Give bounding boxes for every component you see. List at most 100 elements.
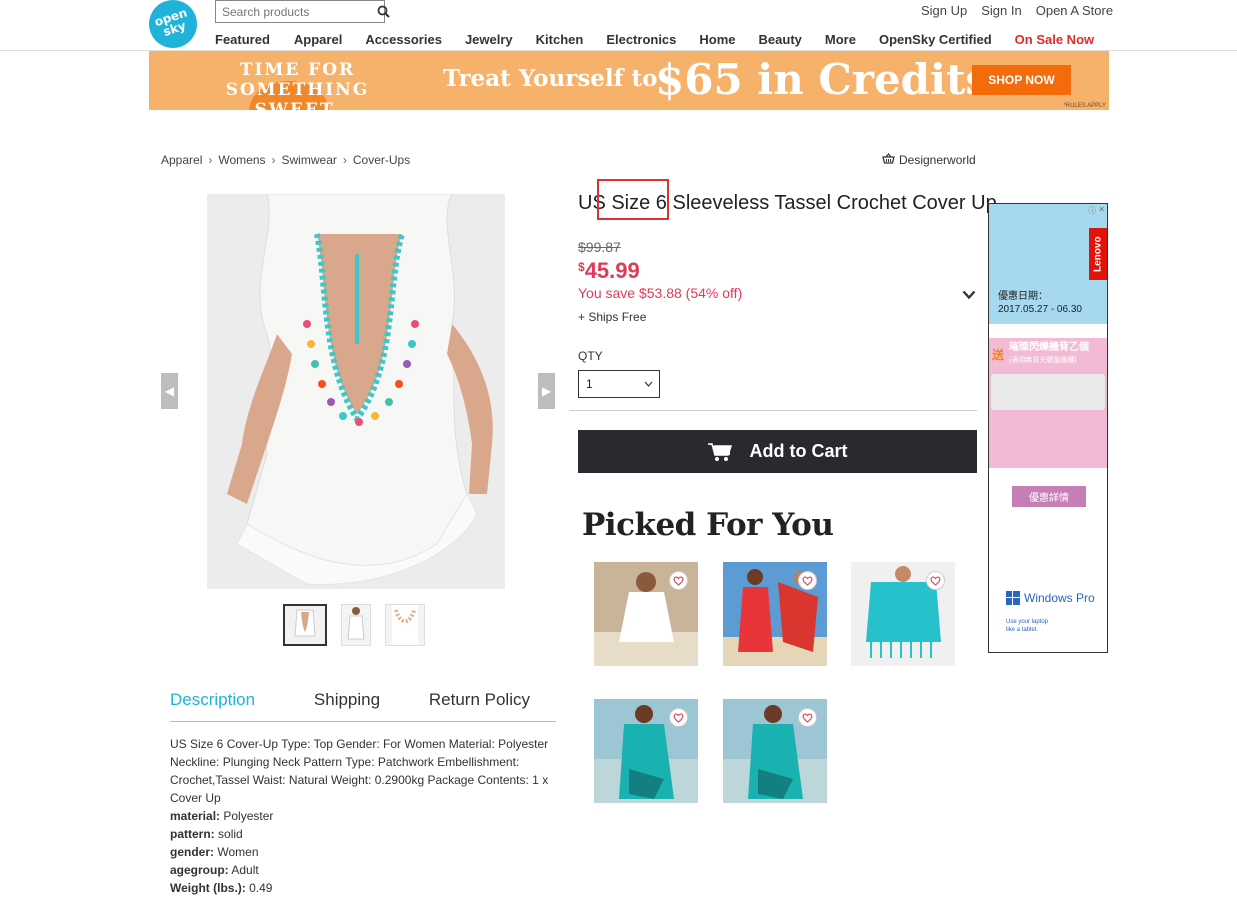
account-links: Sign Up Sign In Open A Store [921, 3, 1127, 18]
nav-item-jewelry[interactable]: Jewelry [465, 32, 513, 47]
sign-up-link[interactable]: Sign Up [921, 3, 967, 18]
nav-item-home[interactable]: Home [699, 32, 735, 47]
ad-date-label: 優惠日期： [998, 291, 1048, 302]
picked-item-red-wrap-dress[interactable] [723, 562, 827, 666]
banner-headline-line2: SOMETHING SWEET. [225, 80, 370, 110]
thumbnail-strip [283, 604, 425, 646]
divider [569, 410, 977, 411]
attribute-value: 0.49 [249, 881, 273, 895]
favorite-heart-button[interactable] [669, 571, 688, 590]
open-store-link[interactable]: Open A Store [1036, 3, 1113, 18]
ad-controls: ⓘ ✕ [1088, 205, 1105, 216]
quantity-value: 1 [586, 377, 593, 391]
ad-gift-char: 送 [992, 348, 1005, 362]
savings-text: You save $53.88 (54% off) [578, 285, 743, 301]
favorite-heart-button[interactable] [926, 571, 945, 590]
ad-info-icon[interactable]: ⓘ [1088, 205, 1096, 216]
favorite-heart-button[interactable] [669, 708, 688, 727]
picked-item-turquoise-fringe-coverup[interactable] [851, 562, 955, 666]
add-to-cart-button[interactable]: Add to Cart [578, 430, 977, 473]
nav-item-featured[interactable]: Featured [215, 32, 270, 47]
attribute-key: agegroup: [170, 863, 229, 877]
quantity-select[interactable]: 1 [578, 370, 660, 398]
search-input[interactable] [216, 1, 377, 22]
search-icon[interactable] [377, 2, 390, 22]
heart-icon [673, 576, 684, 586]
chevron-down-icon [644, 381, 653, 387]
lenovo-logo: Lenovo [1089, 228, 1107, 280]
gallery-prev-button[interactable]: ◀ [161, 373, 178, 409]
store-link[interactable]: Designerworld [882, 153, 976, 167]
ad-details-button[interactable]: 優惠詳情 [1012, 486, 1086, 507]
favorite-heart-button[interactable] [798, 708, 817, 727]
description-panel: US Size 6 Cover-Up Type: Top Gender: For… [170, 735, 556, 897]
windows-logo-icon [1006, 591, 1020, 605]
picked-item-teal-wrap-sarong[interactable] [594, 699, 698, 803]
thumbnail-3[interactable] [385, 604, 425, 646]
thumbnail-2[interactable] [341, 604, 371, 646]
add-to-cart-label: Add to Cart [749, 441, 848, 461]
picked-item-teal-wrap-sarong-2[interactable] [723, 699, 827, 803]
highlight-box [597, 179, 669, 220]
price-details-toggle[interactable] [961, 288, 977, 302]
windows-subtext-line1: Use your laptop [1006, 619, 1049, 625]
sign-in-link[interactable]: Sign In [981, 3, 1021, 18]
chevron-left-icon: ◀ [164, 384, 175, 398]
cart-icon [707, 442, 732, 461]
nav-item-on-sale-now[interactable]: On Sale Now [1015, 32, 1094, 47]
product-tabs: Description Shipping Return Policy [170, 690, 556, 722]
product-photo [207, 194, 505, 589]
attribute-row: agegroup: Adult [170, 861, 556, 879]
close-icon[interactable]: ✕ [1098, 205, 1105, 216]
breadcrumb-swimwear[interactable]: Swimwear [282, 153, 337, 167]
nav-item-accessories[interactable]: Accessories [365, 32, 442, 47]
shop-now-button[interactable]: SHOP NOW [972, 65, 1071, 95]
windows-branding: Windows Pro [1006, 591, 1095, 605]
gallery-next-button[interactable]: ▶ [538, 373, 555, 409]
category-nav: Featured Apparel Accessories Jewelry Kitchen… [215, 32, 1094, 47]
promo-banner[interactable]: TIME FOR SOMETHING SWEET. Treat Yourself… [149, 51, 1109, 110]
tab-description[interactable]: Description [170, 690, 288, 721]
favorite-heart-button[interactable] [798, 571, 817, 590]
site-header: open sky Sign Up Sign In Open A Store Fe… [0, 0, 1237, 55]
banner-headline: TIME FOR SOMETHING SWEET. [185, 60, 410, 110]
attribute-key: Weight (lbs.): [170, 881, 246, 895]
attribute-value: solid [218, 827, 243, 841]
nav-item-kitchen[interactable]: Kitchen [536, 32, 584, 47]
nav-item-electronics[interactable]: Electronics [606, 32, 676, 47]
banner-tagline: Treat Yourself to [443, 65, 658, 92]
breadcrumb-womens[interactable]: Womens [218, 153, 265, 167]
picked-for-you-heading: Picked For You [582, 507, 834, 543]
thumbnail-1[interactable] [283, 604, 327, 646]
attribute-key: material: [170, 809, 221, 823]
shipping-note: + Ships Free [578, 310, 647, 324]
nav-item-beauty[interactable]: Beauty [759, 32, 802, 47]
picked-item-white-kaftan[interactable] [594, 562, 698, 666]
breadcrumb: Apparel › Womens › Swimwear › Cover-Ups [161, 153, 410, 167]
attribute-row: material: Polyester [170, 807, 556, 825]
ad-date: 優惠日期： 2017.05.27 - 06.30 [998, 290, 1082, 316]
chevron-down-icon [962, 290, 976, 300]
nav-item-apparel[interactable]: Apparel [294, 32, 342, 47]
attribute-value: Women [217, 845, 259, 859]
heart-icon [802, 713, 813, 723]
attribute-value: Polyester [223, 809, 274, 823]
banner-amount: $65 in Credits [655, 55, 990, 104]
opensky-logo[interactable]: open sky [142, 0, 204, 55]
nav-item-more[interactable]: More [825, 32, 856, 47]
tab-shipping[interactable]: Shipping [288, 690, 412, 721]
banner-headline-line1: TIME FOR [239, 60, 356, 80]
breadcrumb-apparel[interactable]: Apparel [161, 153, 202, 167]
heart-icon [673, 713, 684, 723]
product-main-image[interactable] [207, 194, 505, 589]
ad-promo-subtext: (適用無背光鍵盤機種) [1009, 357, 1077, 364]
breadcrumb-cover-ups[interactable]: Cover-Ups [353, 153, 410, 167]
chevron-right-icon: › [208, 153, 213, 167]
heart-icon [802, 576, 813, 586]
nav-item-opensky-certified[interactable]: OpenSky Certified [879, 32, 992, 47]
tab-return-policy[interactable]: Return Policy [412, 690, 556, 721]
lenovo-ad[interactable]: ⓘ ✕ Lenovo 優惠日期： 2017.05.27 - 06.30 送 璀璨… [988, 203, 1108, 653]
ad-date-range: 2017.05.27 - 06.30 [998, 304, 1082, 315]
chevron-right-icon: ▶ [541, 384, 552, 398]
chevron-right-icon: › [271, 153, 276, 167]
